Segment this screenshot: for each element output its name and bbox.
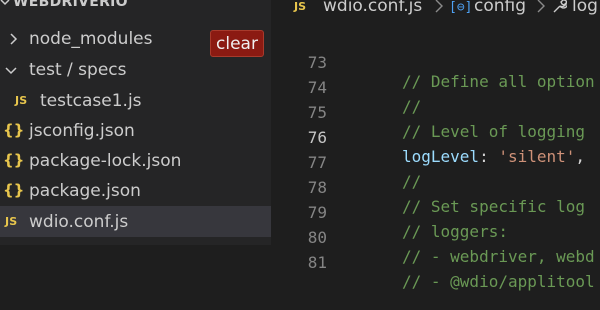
wrench-icon [553, 0, 567, 13]
tree-item-package-lock[interactable]: {} package-lock.json [0, 146, 271, 176]
explorer-title: WEBDRIVERIO [13, 0, 128, 10]
tree-item-wdio-conf[interactable]: JS wdio.conf.js [0, 206, 271, 237]
code-line: 80 // - webdriver, webd [271, 209, 600, 266]
code-editor[interactable]: JS wdio.conf.js [⊖] config log 73 // Def… [271, 0, 600, 291]
tree-item-label: package-lock.json [29, 151, 182, 171]
chevron-right-icon [537, 0, 545, 13]
svg-text:[⊖]: [⊖] [449, 0, 471, 15]
code-line: 75 // Level of logging [271, 84, 600, 141]
line-number: 81 [307, 253, 327, 272]
javascript-file-icon: JS [15, 94, 28, 107]
explorer-header[interactable]: WEBDRIVERIO [0, 0, 271, 20]
json-file-icon: {} [3, 181, 25, 199]
tree-item-label: jsconfig.json [29, 121, 135, 141]
breadcrumb-symbol-config[interactable]: config [474, 0, 526, 16]
json-file-icon: {} [3, 121, 25, 139]
tree-item-label: node_modules [29, 29, 153, 49]
tree-item-label: wdio.conf.js [29, 211, 129, 232]
tree-item-label: test / specs [29, 60, 127, 80]
symbol-object-icon: [⊖] [449, 0, 471, 15]
tree-item-label: testcase1.js [40, 91, 142, 111]
chevron-down-icon [5, 67, 17, 75]
clear-button[interactable]: clear [210, 30, 264, 57]
breadcrumb-file[interactable]: wdio.conf.js [323, 0, 422, 16]
code-line: 77 // [271, 134, 600, 191]
chevron-right-icon [435, 0, 443, 13]
chevron-right-icon [10, 33, 18, 45]
chevron-down-icon [0, 0, 10, 6]
tree-item-package[interactable]: {} package.json [0, 176, 271, 206]
tree-item-label: package.json [29, 181, 141, 201]
javascript-file-icon: JS [5, 215, 18, 228]
tree-item-jsconfig[interactable]: {} jsconfig.json [0, 116, 271, 146]
javascript-file-icon: JS [294, 0, 307, 13]
explorer-sidebar: WEBDRIVERIO node_modules test / specs JS… [0, 0, 271, 245]
code-line: 78 // Set specific log [271, 159, 600, 216]
tree-item-testcase1[interactable]: JS testcase1.js [0, 86, 271, 116]
code-text: // - @wdio/applitool [402, 272, 595, 291]
tree-item-test-specs[interactable]: test / specs [0, 55, 271, 85]
json-file-icon: {} [3, 151, 25, 169]
code-line: 79 // loggers: [271, 184, 600, 241]
code-line: 73 // Define all option [271, 34, 600, 91]
code-line-active: 76 logLevel: 'silent', [271, 109, 600, 166]
breadcrumb-symbol-log[interactable]: log [572, 0, 598, 16]
breadcrumb: JS wdio.conf.js [⊖] config log [271, 0, 600, 22]
code-line: 81 // - @wdio/applitool [271, 234, 600, 291]
code-line: 74 // [271, 59, 600, 116]
